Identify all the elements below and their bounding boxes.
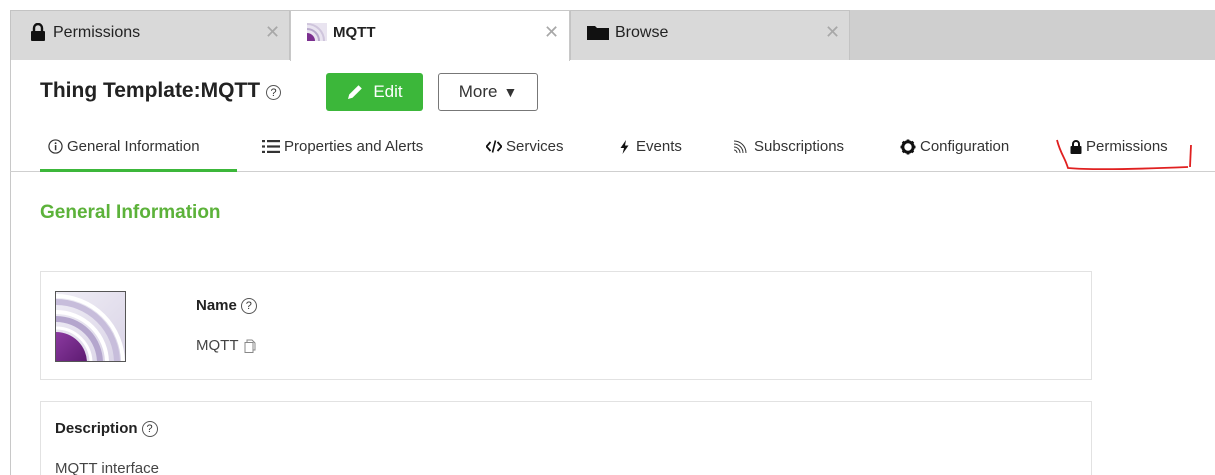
- subnav-label: Properties and Alerts: [284, 138, 424, 155]
- info-icon: [48, 139, 63, 154]
- folder-icon: [587, 23, 609, 41]
- lightning-icon: [620, 139, 629, 154]
- description-label-text: Description: [55, 420, 138, 437]
- more-button-label: More: [458, 82, 498, 101]
- name-label-text: Name: [196, 297, 237, 314]
- subnav-properties-and-alerts[interactable]: Properties and Alerts: [262, 138, 423, 155]
- subnav-label: Permissions: [1086, 138, 1168, 155]
- close-icon[interactable]: ✕: [825, 22, 840, 42]
- lock-icon: [29, 23, 47, 41]
- gear-icon: [900, 139, 916, 155]
- subnav-events[interactable]: Events: [620, 138, 682, 155]
- help-icon[interactable]: ?: [240, 297, 257, 314]
- description-card: Description ? MQTT interface: [40, 401, 1092, 475]
- more-dropdown-button[interactable]: More ▼: [438, 73, 538, 111]
- copy-icon[interactable]: [244, 339, 256, 353]
- rss-icon: [733, 139, 750, 154]
- active-tab-indicator: [40, 169, 237, 172]
- subnav-general-information[interactable]: General Information: [48, 138, 200, 155]
- subnav-permissions[interactable]: Permissions: [1070, 138, 1168, 155]
- code-icon: [486, 140, 502, 153]
- subnav-label: Subscriptions: [754, 138, 845, 155]
- edit-button[interactable]: Edit: [326, 73, 423, 111]
- entity-subnav: General Information Properties and Alert…: [10, 126, 1215, 172]
- name-card: Name ? MQTT: [40, 271, 1092, 380]
- title-prefix: Thing Template:: [40, 79, 201, 102]
- subnav-services[interactable]: Services: [486, 138, 564, 155]
- description-value-text: MQTT interface: [55, 460, 159, 475]
- close-icon[interactable]: ✕: [544, 22, 559, 42]
- tab-label: Permissions: [53, 24, 141, 41]
- section-title: General Information: [40, 202, 221, 223]
- close-icon[interactable]: ✕: [265, 22, 280, 42]
- help-icon[interactable]: ?: [266, 85, 282, 100]
- subnav-label: General Information: [67, 138, 200, 155]
- name-value-text: MQTT: [196, 337, 239, 354]
- description-value: MQTT interface: [55, 460, 159, 475]
- help-icon[interactable]: ?: [141, 420, 158, 437]
- tab-strip-empty-area: [850, 10, 1215, 60]
- mqtt-icon: [55, 291, 126, 362]
- subnav-label: Services: [506, 138, 564, 155]
- subnav-label: Configuration: [920, 138, 1010, 155]
- lock-icon: [1070, 139, 1082, 154]
- caret-down-icon: ▼: [503, 84, 518, 100]
- description-label: Description ?: [55, 420, 158, 437]
- tab-label: Browse: [615, 24, 669, 41]
- title-entity-name: MQTT: [200, 79, 261, 102]
- name-value: MQTT: [196, 337, 256, 354]
- mqtt-icon: [307, 23, 327, 41]
- subnav-subscriptions[interactable]: Subscriptions: [733, 138, 844, 155]
- tab-permissions[interactable]: Permissions ✕: [10, 10, 290, 60]
- tab-browse[interactable]: Browse ✕: [570, 10, 850, 60]
- tab-strip: Permissions ✕ MQTT ✕ Browse ✕: [0, 0, 1215, 61]
- edit-button-label: Edit: [373, 82, 403, 101]
- list-icon: [262, 139, 280, 154]
- subnav-label: Events: [636, 138, 682, 155]
- content-left-border: [10, 60, 11, 475]
- tab-mqtt[interactable]: MQTT ✕: [290, 10, 570, 61]
- tab-label: MQTT: [333, 24, 376, 41]
- page-title: Thing Template: MQTT ?: [40, 79, 282, 103]
- name-label: Name ?: [196, 297, 257, 314]
- subnav-configuration[interactable]: Configuration: [900, 138, 1009, 155]
- pencil-icon: [348, 85, 363, 99]
